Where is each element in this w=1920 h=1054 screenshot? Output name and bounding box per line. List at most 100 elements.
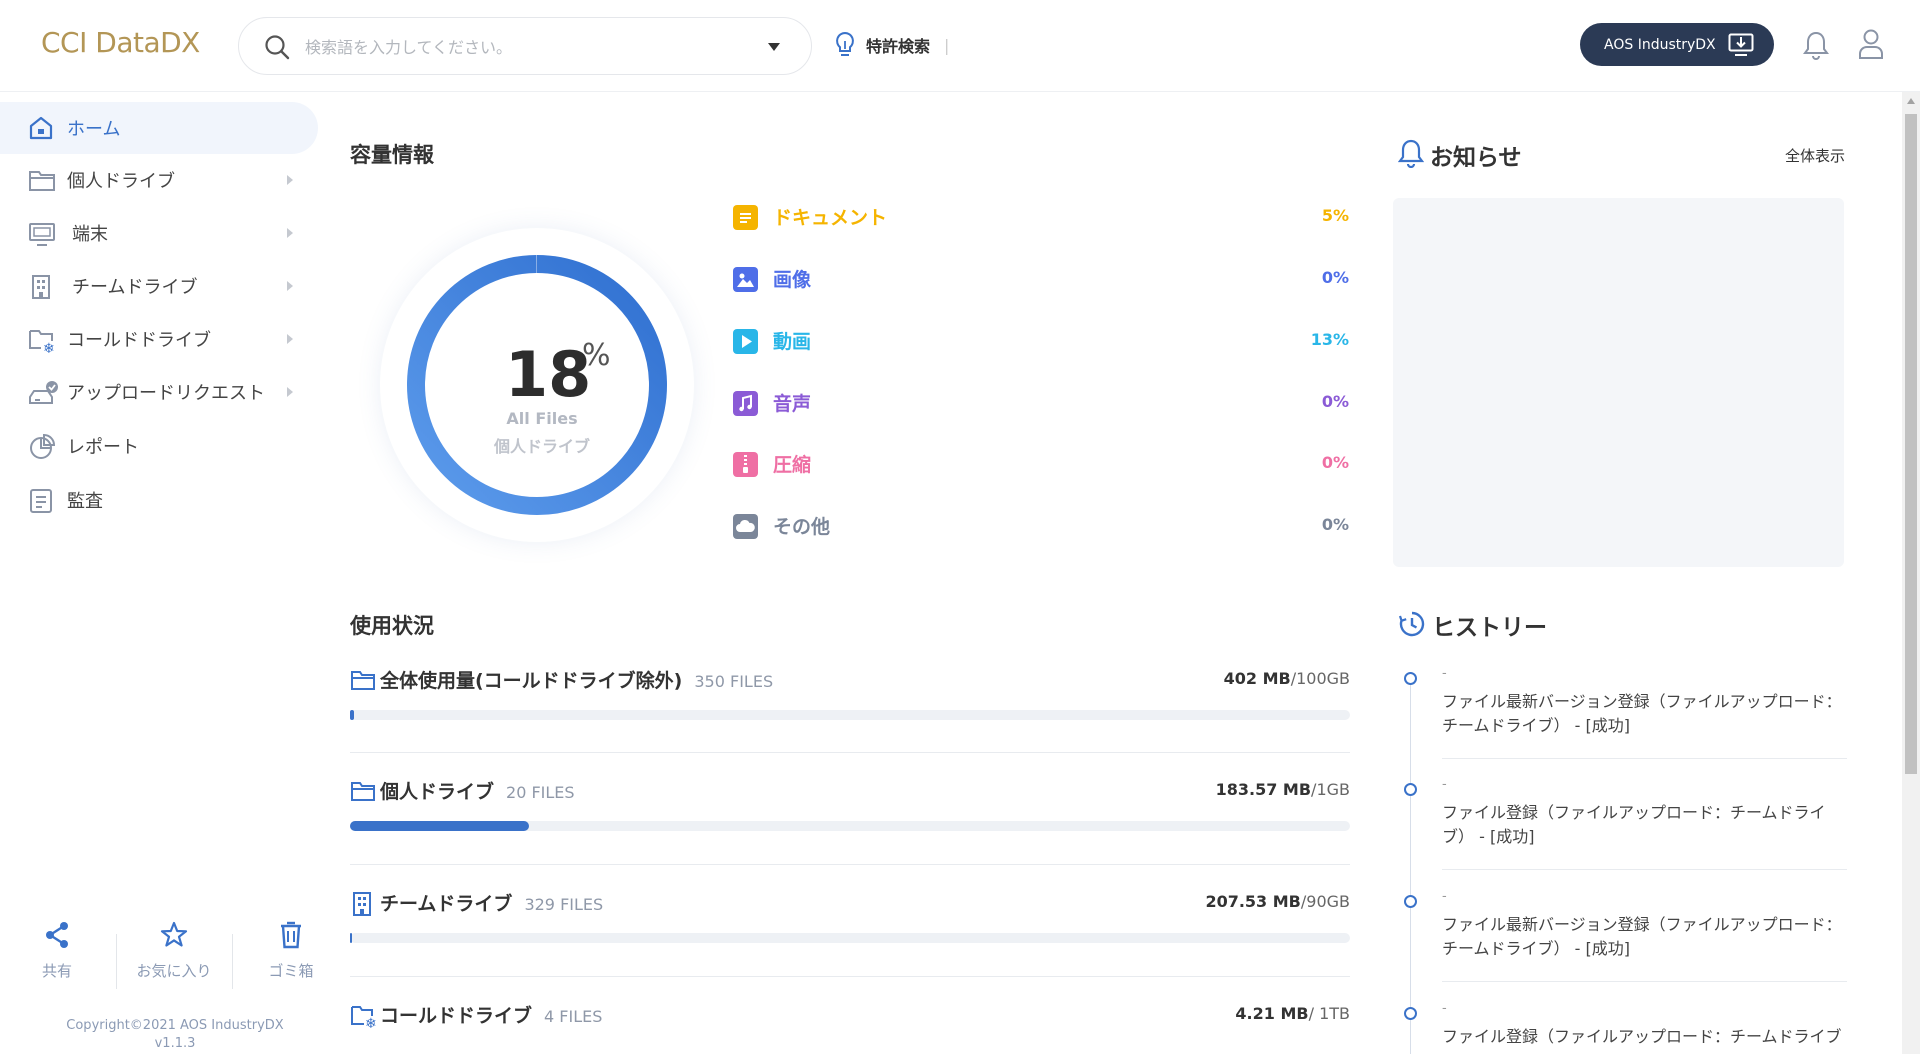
capacity-title: 容量情報	[350, 143, 434, 167]
sidebar-item-audit[interactable]: 監査	[0, 474, 318, 526]
usage-row-amount: 183.57 MB/1GB	[1215, 780, 1350, 799]
sidebar-item-devices[interactable]: 端末	[0, 207, 318, 259]
monitor-download-icon	[1728, 33, 1754, 56]
usage-row-files: 329 FILES	[524, 895, 604, 914]
share-button[interactable]: 共有	[5, 920, 109, 981]
divider	[350, 864, 1350, 865]
top-bar: CCI DataDX 特許検索 | AOS IndustryDX	[0, 0, 1920, 92]
sidebar-item-label: チームドライブ	[72, 277, 198, 298]
sidebar-item-label: アップロードリクエスト	[67, 383, 265, 404]
divider	[350, 976, 1350, 977]
sidebar-item-cold-drive[interactable]: ❄ コールドドライブ	[0, 313, 318, 365]
usage-progress-bar	[350, 710, 1350, 720]
category-audio[interactable]: 音声 0%	[733, 388, 1349, 418]
divider	[1442, 869, 1847, 870]
chevron-right-icon	[287, 334, 293, 344]
divider	[116, 934, 117, 989]
version-text: v1.1.3	[154, 1036, 196, 1051]
category-name: 画像	[773, 269, 812, 291]
trash-button[interactable]: ゴミ箱	[239, 920, 343, 981]
history-date: -	[1442, 889, 1447, 904]
timeline-dot	[1404, 783, 1417, 796]
capacity-drive-label: 個人ドライブ	[493, 437, 590, 456]
history-text: ファイル登録（ファイルアップロード：チームドライブ	[1442, 1027, 1842, 1046]
capacity-percent-sign: %	[582, 338, 611, 373]
image-icon	[733, 267, 758, 292]
history-clock-icon	[1398, 611, 1425, 637]
patent-search-link[interactable]: 特許検索 |	[834, 30, 949, 60]
svg-text:❄: ❄	[365, 1016, 377, 1029]
category-document[interactable]: ドキュメント 5%	[733, 202, 1349, 232]
history-date: -	[1442, 666, 1447, 681]
usage-row-name: 全体使用量(コールドドライブ除外) 350 FILES	[380, 670, 774, 692]
history-text: ファイル最新バージョン登録（ファイルアップロード：チームドライブ） - [成功]	[1442, 915, 1842, 958]
sidebar-item-personal-drive[interactable]: 個人ドライブ	[0, 154, 318, 206]
favorites-button[interactable]: お気に入り	[122, 920, 226, 981]
category-archive[interactable]: 圧縮 0%	[733, 449, 1349, 479]
usage-title: 使用状況	[350, 614, 434, 638]
copyright-text: Copyright©2021 AOS IndustryDX	[66, 1018, 284, 1033]
category-value: 0%	[1321, 515, 1349, 534]
capacity-percent: 18	[505, 338, 592, 411]
timeline-dot	[1404, 895, 1417, 908]
category-video[interactable]: 動画 13%	[733, 326, 1349, 356]
share-icon	[46, 922, 68, 948]
header-separator: |	[944, 35, 950, 55]
sidebar-bottom-actions: 共有 お気に入り ゴミ箱	[0, 920, 320, 1010]
sidebar: ホーム 個人ドライブ 端末 チームドライブ ❄ コールドドライブ アップロードリ…	[0, 92, 320, 1054]
notification-bell-icon[interactable]	[1803, 30, 1829, 60]
scroll-up-arrow-icon[interactable]	[1906, 97, 1916, 105]
upload-request-icon	[29, 381, 58, 404]
sidebar-item-home[interactable]: ホーム	[0, 102, 318, 154]
folder-icon	[29, 171, 55, 191]
scrollbar-thumb[interactable]	[1905, 114, 1917, 774]
app-logo[interactable]: CCI DataDX	[41, 26, 200, 59]
favorites-label: お気に入り	[136, 962, 212, 980]
user-profile-icon[interactable]	[1857, 28, 1885, 60]
folder-icon	[351, 671, 375, 690]
category-other[interactable]: その他 0%	[733, 511, 1349, 541]
history-text: ファイル登録（ファイルアップロード：チームドライブ） - [成功]	[1442, 803, 1826, 846]
usage-row-files: 4 FILES	[544, 1007, 603, 1026]
share-label: 共有	[41, 962, 72, 980]
search-icon[interactable]	[263, 33, 291, 61]
chevron-down-icon[interactable]	[767, 42, 781, 52]
chevron-right-icon	[287, 228, 293, 238]
category-image[interactable]: 画像 0%	[733, 264, 1349, 294]
bell-icon	[1398, 139, 1424, 168]
aos-industrydx-button[interactable]: AOS IndustryDX	[1580, 23, 1774, 66]
sidebar-item-report[interactable]: レポート	[0, 420, 318, 472]
usage-row-name: コールドドライブ 4 FILES	[380, 1005, 603, 1027]
video-play-icon	[733, 329, 758, 354]
sidebar-item-label: コールドドライブ	[67, 330, 211, 351]
usage-row-files: 350 FILES	[694, 672, 774, 691]
usage-progress-fill	[350, 710, 354, 720]
sidebar-item-label: ホーム	[67, 119, 121, 140]
show-all-link[interactable]: 全体表示	[1785, 145, 1845, 166]
audit-icon	[30, 489, 52, 513]
chevron-right-icon	[287, 281, 293, 291]
category-value: 0%	[1321, 268, 1349, 287]
cold-drive-icon: ❄	[29, 330, 55, 354]
building-icon	[353, 892, 371, 916]
category-value: 0%	[1321, 392, 1349, 411]
music-note-icon	[733, 391, 758, 416]
usage-progress-bar	[350, 933, 1350, 943]
usage-row-amount: 207.53 MB/90GB	[1205, 892, 1350, 911]
usage-row-name: チームドライブ 329 FILES	[380, 893, 604, 915]
timeline-dot	[1404, 1007, 1417, 1020]
sidebar-item-upload-request[interactable]: アップロードリクエスト	[0, 366, 318, 418]
usage-progress-bar	[350, 821, 1350, 831]
chevron-right-icon	[287, 387, 293, 397]
sidebar-item-team-drive[interactable]: チームドライブ	[0, 260, 318, 312]
usage-row-files: 20 FILES	[506, 783, 575, 802]
history-date: -	[1442, 1001, 1447, 1016]
category-name: ドキュメント	[773, 207, 888, 229]
lightbulb-icon	[836, 31, 854, 56]
document-icon	[733, 205, 758, 230]
search-input[interactable]	[305, 32, 745, 62]
search-box[interactable]	[238, 17, 812, 75]
divider	[1442, 981, 1847, 982]
category-name: その他	[773, 516, 831, 538]
home-icon	[29, 116, 53, 140]
